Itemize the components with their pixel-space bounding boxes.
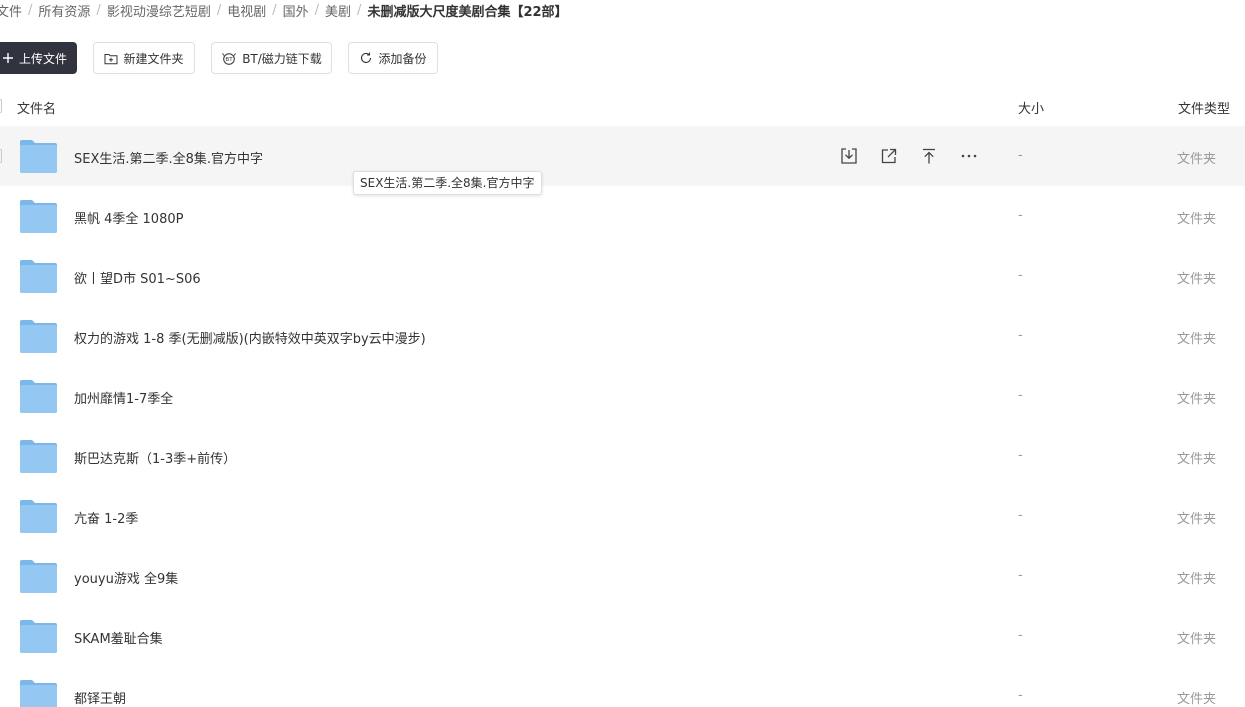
plus-icon bbox=[2, 52, 14, 64]
breadcrumb-item-all-resources[interactable]: 所有资源 bbox=[38, 1, 90, 20]
file-name[interactable]: 加州靡情1-7季全 bbox=[74, 388, 173, 407]
breadcrumb-item-tv[interactable]: 电视剧 bbox=[227, 1, 266, 20]
file-size: - bbox=[1018, 148, 1023, 163]
bt-magnet-download-button[interactable]: BT BT/磁力链下载 bbox=[211, 42, 332, 74]
file-size: - bbox=[1018, 568, 1023, 583]
breadcrumb-separator: / bbox=[28, 2, 33, 18]
breadcrumb-separator: / bbox=[96, 2, 101, 18]
file-name[interactable]: 欲丨望D市 S01~S06 bbox=[74, 268, 201, 287]
new-folder-button-label: 新建文件夹 bbox=[123, 51, 184, 66]
folder-icon bbox=[20, 260, 57, 293]
folder-icon bbox=[20, 680, 57, 707]
row-actions bbox=[838, 145, 998, 167]
file-size: - bbox=[1018, 328, 1023, 343]
file-row[interactable]: 亢奋 1-2季 - 文件夹 bbox=[0, 486, 1245, 546]
file-manager-page: 文件 / 所有资源 / 影视动漫综艺短剧 / 电视剧 / 国外 / 美剧 / 未… bbox=[0, 0, 1245, 707]
bt-magnet-download-label: BT/磁力链下载 bbox=[242, 51, 322, 66]
new-folder-icon bbox=[104, 52, 118, 65]
file-type: 文件夹 bbox=[1177, 392, 1217, 407]
file-row[interactable]: 权力的游戏 1-8 季(无删减版)(内嵌特效中英双字by云中漫步) - 文件夹 bbox=[0, 306, 1245, 366]
new-folder-button[interactable]: 新建文件夹 bbox=[93, 42, 195, 74]
folder-icon bbox=[20, 380, 57, 413]
breadcrumb-current: 未删减版大尺度美剧合集【22部】 bbox=[367, 4, 568, 20]
breadcrumb: 文件 / 所有资源 / 影视动漫综艺短剧 / 电视剧 / 国外 / 美剧 / 未… bbox=[0, 0, 568, 20]
file-type: 文件夹 bbox=[1177, 512, 1217, 527]
file-type: 文件夹 bbox=[1177, 572, 1217, 587]
select-all-checkbox[interactable] bbox=[0, 99, 2, 113]
column-header-size[interactable]: 大小 bbox=[1018, 98, 1044, 117]
file-type: 文件夹 bbox=[1177, 152, 1217, 167]
file-row[interactable]: SKAM羞耻合集 - 文件夹 bbox=[0, 606, 1245, 666]
file-type: 文件夹 bbox=[1177, 332, 1217, 347]
breadcrumb-item-us[interactable]: 美剧 bbox=[325, 1, 351, 20]
breadcrumb-item-foreign[interactable]: 国外 bbox=[283, 1, 309, 20]
file-size: - bbox=[1018, 688, 1023, 703]
file-name[interactable]: SKAM羞耻合集 bbox=[74, 628, 163, 647]
file-name[interactable]: 黑帆 4季全 1080P bbox=[74, 208, 183, 227]
file-name[interactable]: youyu游戏 全9集 bbox=[74, 568, 178, 587]
folder-icon bbox=[20, 560, 57, 593]
folder-icon bbox=[20, 320, 57, 353]
file-type: 文件夹 bbox=[1177, 272, 1217, 287]
file-list-header: 文件名 大小 文件类型 bbox=[0, 90, 1245, 122]
file-name[interactable]: 都铎王朝 bbox=[74, 688, 126, 707]
refresh-icon bbox=[359, 51, 373, 65]
upload-button-label: 上传文件 bbox=[18, 51, 67, 66]
file-size: - bbox=[1018, 448, 1023, 463]
file-row[interactable]: SEX生活.第二季.全8集.官方中字 - 文件夹 bbox=[0, 126, 1245, 186]
bt-icon: BT bbox=[221, 51, 237, 65]
file-row[interactable]: 都铎王朝 - 文件夹 bbox=[0, 666, 1245, 707]
file-row[interactable]: youyu游戏 全9集 - 文件夹 bbox=[0, 546, 1245, 606]
file-row[interactable]: 欲丨望D市 S01~S06 - 文件夹 bbox=[0, 246, 1245, 306]
file-type: 文件夹 bbox=[1177, 212, 1217, 227]
file-size: - bbox=[1018, 208, 1023, 223]
file-name[interactable]: 斯巴达克斯（1-3季+前传） bbox=[74, 448, 236, 467]
file-row[interactable]: 斯巴达克斯（1-3季+前传） - 文件夹 bbox=[0, 426, 1245, 486]
breadcrumb-separator: / bbox=[357, 2, 362, 18]
add-backup-button[interactable]: 添加备份 bbox=[348, 42, 438, 74]
folder-icon bbox=[20, 620, 57, 653]
file-type: 文件夹 bbox=[1177, 692, 1217, 707]
file-type: 文件夹 bbox=[1177, 452, 1217, 467]
file-size: - bbox=[1018, 628, 1023, 643]
folder-icon bbox=[20, 440, 57, 473]
folder-icon bbox=[20, 140, 57, 173]
svg-text:BT: BT bbox=[226, 57, 234, 63]
move-to-top-icon[interactable] bbox=[918, 145, 940, 167]
file-name[interactable]: 权力的游戏 1-8 季(无删减版)(内嵌特效中英双字by云中漫步) bbox=[74, 328, 426, 347]
file-size: - bbox=[1018, 508, 1023, 523]
add-backup-label: 添加备份 bbox=[378, 51, 427, 66]
file-name[interactable]: 亢奋 1-2季 bbox=[74, 508, 138, 527]
folder-icon bbox=[20, 200, 57, 233]
file-row[interactable]: 加州靡情1-7季全 - 文件夹 bbox=[0, 366, 1245, 426]
breadcrumb-separator: / bbox=[314, 2, 320, 18]
breadcrumb-item-media[interactable]: 影视动漫综艺短剧 bbox=[107, 1, 211, 20]
file-row[interactable]: 黑帆 4季全 1080P - 文件夹 bbox=[0, 186, 1245, 246]
file-name-tooltip: SEX生活.第二季.全8集.官方中字 bbox=[353, 171, 542, 195]
more-icon[interactable] bbox=[958, 145, 980, 167]
file-type: 文件夹 bbox=[1177, 632, 1217, 647]
row-checkbox[interactable] bbox=[0, 149, 2, 163]
file-size: - bbox=[1018, 388, 1023, 403]
download-icon[interactable] bbox=[838, 145, 860, 167]
column-header-type[interactable]: 文件类型 bbox=[1178, 98, 1230, 117]
breadcrumb-item-files[interactable]: 文件 bbox=[0, 1, 22, 20]
breadcrumb-separator: / bbox=[216, 2, 222, 18]
folder-icon bbox=[20, 500, 57, 533]
share-icon[interactable] bbox=[878, 145, 900, 167]
breadcrumb-separator: / bbox=[272, 2, 277, 18]
file-name[interactable]: SEX生活.第二季.全8集.官方中字 bbox=[74, 148, 263, 167]
upload-button[interactable]: 上传文件 bbox=[0, 42, 77, 74]
column-header-name[interactable]: 文件名 bbox=[17, 98, 56, 117]
file-list: SEX生活.第二季.全8集.官方中字 - 文件夹 黑帆 4季全 1080P - … bbox=[0, 126, 1245, 707]
file-size: - bbox=[1018, 268, 1023, 283]
